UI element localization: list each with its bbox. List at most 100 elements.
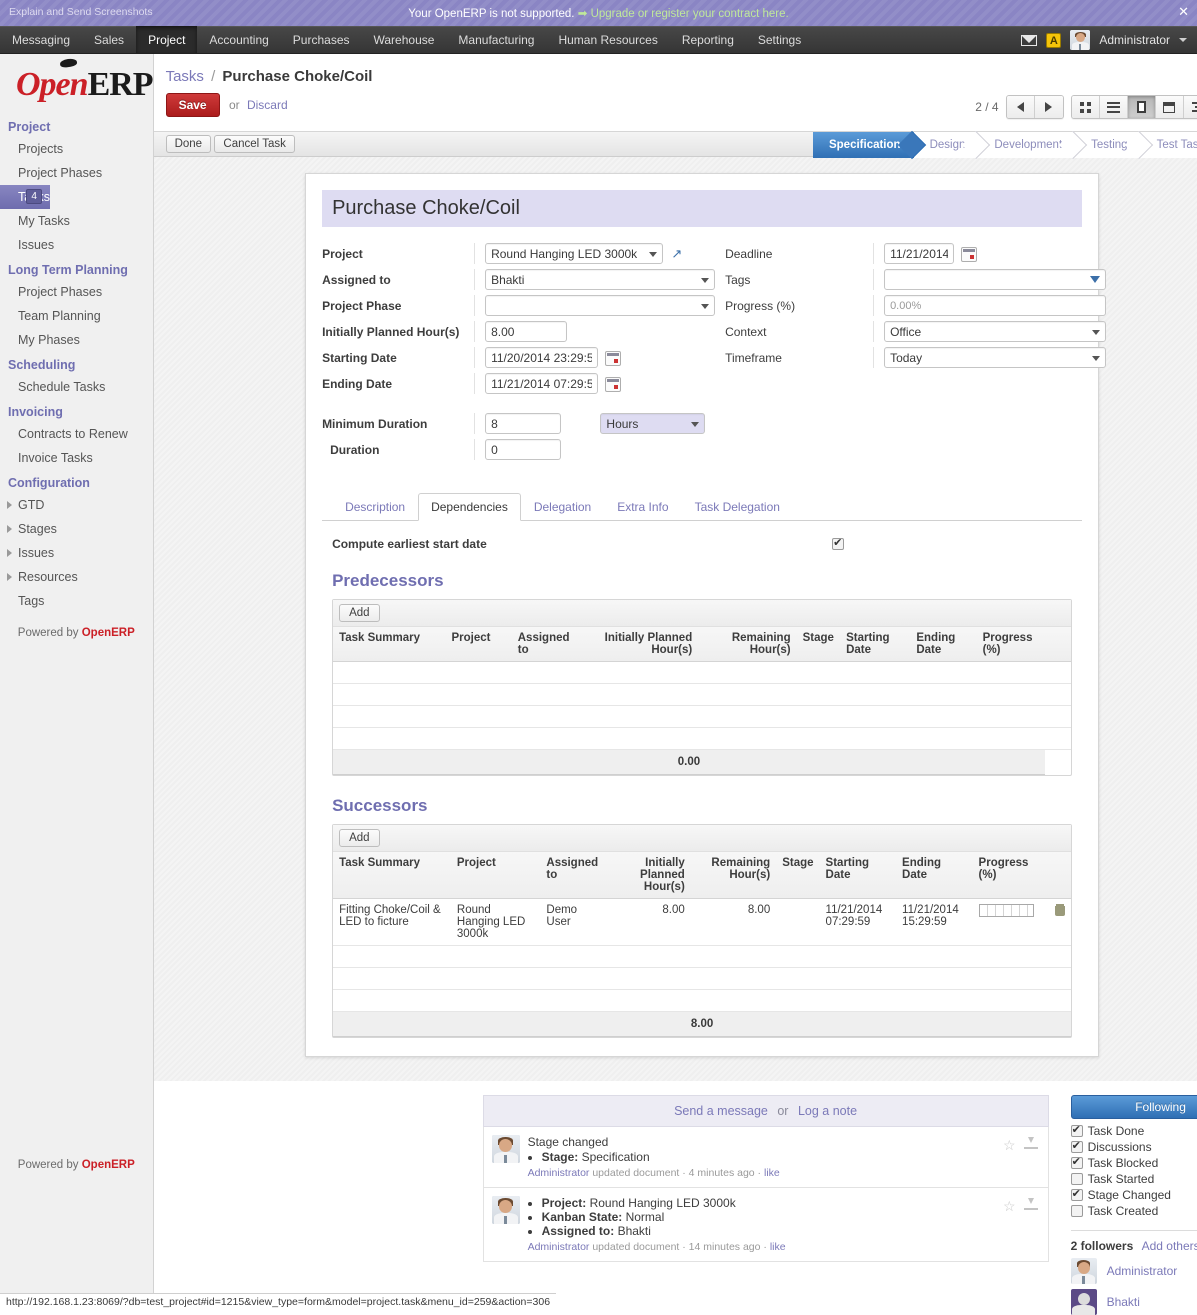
subscription-checkbox[interactable] xyxy=(1071,1157,1083,1169)
column-header-progress[interactable]: Progress (%) xyxy=(973,852,1043,899)
done-button[interactable]: Done xyxy=(166,135,212,153)
menu-item-sales[interactable]: Sales xyxy=(82,26,136,53)
tags-select[interactable] xyxy=(884,269,1106,290)
cancel-task-button[interactable]: Cancel Task xyxy=(214,135,294,153)
menu-item-messaging[interactable]: Messaging xyxy=(0,26,82,53)
star-icon[interactable]: ☆ xyxy=(1003,1137,1016,1154)
avatar[interactable] xyxy=(1070,30,1090,50)
follower-name[interactable]: Bhakti xyxy=(1107,1295,1140,1309)
project-input[interactable] xyxy=(485,243,663,264)
progress-bar[interactable] xyxy=(979,904,1034,917)
kanban-view-icon[interactable] xyxy=(1072,96,1100,118)
tab-dependencies[interactable]: Dependencies xyxy=(418,493,521,521)
subscription-checkbox[interactable] xyxy=(1071,1125,1083,1137)
menu-item-warehouse[interactable]: Warehouse xyxy=(362,26,447,53)
tags-input[interactable] xyxy=(884,269,1106,290)
table-row[interactable]: Fitting Choke/Coil & LED to fictureRound… xyxy=(333,899,1071,946)
star-icon[interactable]: ☆ xyxy=(1003,1198,1016,1215)
sidebar-item-my-phases[interactable]: My Phases xyxy=(0,328,153,352)
message-author[interactable]: Administrator xyxy=(528,1167,590,1179)
context-select[interactable] xyxy=(884,321,1106,342)
discard-button[interactable]: Discard xyxy=(247,98,288,112)
column-header-initially-planned-hour-s[interactable]: Initially Planned Hour(s) xyxy=(576,627,698,662)
timeframe-input[interactable] xyxy=(884,347,1106,368)
column-header-initially-planned-hour-s[interactable]: Initially Planned Hour(s) xyxy=(604,852,691,899)
gantt-view-icon[interactable] xyxy=(1184,96,1197,118)
column-header-remaining-hour-s[interactable]: Remaining Hour(s) xyxy=(698,627,796,662)
stage-specification[interactable]: Specification xyxy=(813,132,914,158)
subscription-checkbox[interactable] xyxy=(1071,1141,1083,1153)
assigned-to-input[interactable] xyxy=(485,269,715,290)
subscription-task-started[interactable]: Task Started xyxy=(1071,1172,1197,1186)
tab-extra-info[interactable]: Extra Info xyxy=(604,493,681,521)
sidebar-item-stages[interactable]: Stages xyxy=(0,517,153,541)
column-header-assigned-to[interactable]: Assigned to xyxy=(512,627,576,662)
menu-item-reporting[interactable]: Reporting xyxy=(670,26,746,53)
menu-item-project[interactable]: Project xyxy=(136,26,197,53)
mail-icon[interactable] xyxy=(1021,35,1037,46)
menu-item-accounting[interactable]: Accounting xyxy=(197,26,280,53)
assigned-to-select[interactable] xyxy=(485,269,715,290)
calendar-icon[interactable] xyxy=(605,377,621,392)
calendar-icon[interactable] xyxy=(605,351,621,366)
timeframe-select[interactable] xyxy=(884,347,1106,368)
planned-hours-input[interactable] xyxy=(485,321,567,342)
user-menu-label[interactable]: Administrator xyxy=(1099,33,1170,47)
archive-icon[interactable] xyxy=(1024,1198,1038,1210)
subscription-checkbox[interactable] xyxy=(1071,1205,1083,1217)
sidebar-item-project-phases[interactable]: Project Phases xyxy=(0,280,153,304)
archive-icon[interactable] xyxy=(1024,1137,1038,1149)
subscription-discussions[interactable]: Discussions xyxy=(1071,1140,1197,1154)
subscription-task-created[interactable]: Task Created xyxy=(1071,1204,1197,1218)
column-header-project[interactable]: Project xyxy=(446,627,512,662)
menu-item-purchases[interactable]: Purchases xyxy=(281,26,362,53)
tab-description[interactable]: Description xyxy=(332,493,418,521)
trash-icon[interactable] xyxy=(1055,904,1065,916)
sidebar-item-resources[interactable]: Resources xyxy=(0,565,153,589)
sidebar-item-invoice-tasks[interactable]: Invoice Tasks xyxy=(0,446,153,470)
sidebar-item-issues[interactable]: Issues xyxy=(0,233,153,257)
subscription-stage-changed[interactable]: Stage Changed xyxy=(1071,1188,1197,1202)
cell-progress[interactable] xyxy=(973,899,1043,946)
next-record-button[interactable] xyxy=(1035,96,1063,118)
message-author[interactable]: Administrator xyxy=(528,1241,590,1253)
close-icon[interactable]: ✕ xyxy=(1178,4,1189,20)
list-view-icon[interactable] xyxy=(1100,96,1128,118)
external-link-icon[interactable]: ↗ xyxy=(671,246,682,261)
column-header-starting-date[interactable]: Starting Date xyxy=(820,852,897,899)
duration-input[interactable] xyxy=(485,439,561,460)
column-header-project[interactable]: Project xyxy=(451,852,541,899)
previous-record-button[interactable] xyxy=(1007,96,1035,118)
sidebar-item-schedule-tasks[interactable]: Schedule Tasks xyxy=(0,375,153,399)
menu-item-manufacturing[interactable]: Manufacturing xyxy=(446,26,546,53)
stage-development[interactable]: Development xyxy=(978,132,1075,158)
duration-unit-select[interactable] xyxy=(600,413,705,434)
deadline-input[interactable] xyxy=(884,243,954,264)
project-phase-input[interactable] xyxy=(485,295,715,316)
sidebar-item-team-planning[interactable]: Team Planning xyxy=(0,304,153,328)
sidebar-item-gtd[interactable]: GTD xyxy=(0,493,153,517)
progress-input[interactable] xyxy=(884,295,1106,316)
column-header-remaining-hour-s[interactable]: Remaining Hour(s) xyxy=(691,852,776,899)
column-header-ending-date[interactable]: Ending Date xyxy=(910,627,976,662)
openerp-logo[interactable]: OpenERP xyxy=(0,54,153,114)
log-a-note-button[interactable]: Log a note xyxy=(798,1104,857,1118)
menu-item-human-resources[interactable]: Human Resources xyxy=(546,26,669,53)
calendar-view-icon[interactable] xyxy=(1156,96,1184,118)
column-header-task-summary[interactable]: Task Summary xyxy=(333,627,445,662)
column-header-assigned-to[interactable]: Assigned to xyxy=(540,852,604,899)
subscription-checkbox[interactable] xyxy=(1071,1189,1083,1201)
tab-task-delegation[interactable]: Task Delegation xyxy=(682,493,793,521)
subscription-checkbox[interactable] xyxy=(1071,1173,1083,1185)
subscription-task-blocked[interactable]: Task Blocked xyxy=(1071,1156,1197,1170)
column-header-starting-date[interactable]: Starting Date xyxy=(840,627,910,662)
sidebar-item-tags[interactable]: Tags xyxy=(0,589,153,613)
project-phase-select[interactable] xyxy=(485,295,715,316)
column-header-ending-date[interactable]: Ending Date xyxy=(896,852,973,899)
like-button[interactable]: like xyxy=(770,1241,786,1253)
predecessors-add-button[interactable]: Add xyxy=(339,604,379,622)
save-button[interactable]: Save xyxy=(166,93,220,117)
sidebar-item-my-tasks[interactable]: My Tasks xyxy=(0,209,153,233)
subscription-task-done[interactable]: Task Done xyxy=(1071,1124,1197,1138)
compute-earliest-checkbox[interactable] xyxy=(832,538,844,550)
